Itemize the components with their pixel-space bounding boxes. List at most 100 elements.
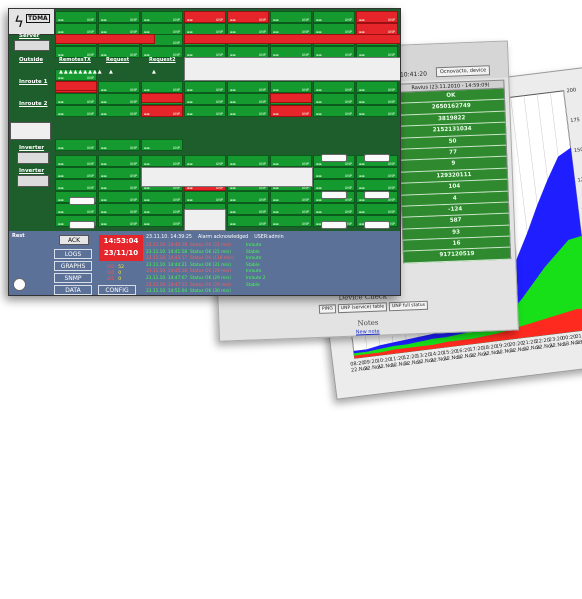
station-cell[interactable]: ▬▬ UNP <box>356 179 398 191</box>
unp-full-status-button[interactable]: UNP full status <box>388 300 429 312</box>
station-cell[interactable]: ▬▬ UNP <box>313 11 355 23</box>
logs-button[interactable]: LOGS <box>54 249 92 259</box>
request2-label[interactable]: Request2 <box>149 57 176 63</box>
station-cell[interactable]: ▬▬ UNP <box>313 167 355 179</box>
station-cell[interactable]: ▬▬ UNP <box>356 93 398 105</box>
signal-indicator[interactable] <box>321 221 347 229</box>
signal-indicator[interactable] <box>364 221 390 229</box>
unp-service-table-button[interactable]: UNP (service) table <box>337 302 388 314</box>
alarm-row[interactable]: 23.11.10. 14:40:18 Status OK (22 min) Inro… <box>146 243 265 250</box>
station-cell[interactable]: ▬▬ UNP <box>184 11 226 23</box>
station-cell[interactable]: ▬▬ UNP <box>141 203 183 215</box>
station-cell[interactable]: ▬▬ UNP <box>184 105 226 117</box>
station-cell[interactable]: ▬▬ UNP <box>55 11 97 23</box>
inverter-2-label[interactable]: Inverter <box>19 168 44 174</box>
station-cell[interactable]: ▬▬ UNP <box>227 105 269 117</box>
new-note-link[interactable]: New note <box>356 329 380 336</box>
inverter-1-label[interactable]: Inverter <box>19 145 44 151</box>
station-cell[interactable]: ▬▬ UNP <box>141 11 183 23</box>
alarm-bar[interactable] <box>55 81 97 91</box>
station-cell[interactable]: ▬▬ UNP <box>270 81 312 93</box>
alarm-row[interactable]: 23.11.10. 14:51:04 Status OK (30 min) <box>146 289 265 295</box>
station-cell[interactable]: ▬▬ UNP <box>55 155 97 167</box>
alarm-bar[interactable] <box>184 34 400 44</box>
station-cell[interactable]: ▬▬ UNP <box>227 155 269 167</box>
device-refresh-button[interactable]: Ocnovacto, device <box>435 65 491 78</box>
ping-button[interactable]: PING <box>318 304 337 314</box>
station-cell[interactable]: ▬▬ UNP <box>184 93 226 105</box>
station-cell[interactable]: ▬▬ UNP <box>55 179 97 191</box>
station-cell[interactable]: ▬▬ UNP <box>227 93 269 105</box>
station-cell[interactable]: ▬▬ UNP <box>356 81 398 93</box>
alarm-bar[interactable] <box>141 93 183 103</box>
station-cell[interactable]: ▬▬ UNP <box>55 167 97 179</box>
station-cell[interactable]: ▬▬ UNP <box>141 81 183 93</box>
signal-indicator[interactable] <box>69 221 95 229</box>
server-label[interactable]: Server <box>19 33 39 39</box>
alarm-bar[interactable] <box>55 34 155 44</box>
snmp-button[interactable]: SNMP <box>54 273 92 283</box>
request-label[interactable]: Request <box>106 57 129 63</box>
station-cell[interactable]: ▬▬ UNP <box>184 81 226 93</box>
signal-indicator[interactable] <box>321 154 347 162</box>
station-cell[interactable]: ▬▬ UNP <box>356 11 398 23</box>
signal-indicator[interactable] <box>364 154 390 162</box>
station-cell[interactable]: ▬▬ UNP <box>270 11 312 23</box>
station-cell[interactable]: ▬▬ UNP <box>98 139 140 151</box>
remotes-tx-label[interactable]: RemotesTX <box>59 57 91 63</box>
station-cell[interactable]: ▬▬ UNP <box>227 203 269 215</box>
station-cell[interactable]: ▬▬ UNP <box>313 203 355 215</box>
station-cell[interactable]: ▬▬ UNP <box>184 155 226 167</box>
outside-label[interactable]: Outside <box>19 57 43 63</box>
station-cell[interactable]: ▬▬ UNP <box>227 11 269 23</box>
config-button[interactable]: CONFIG <box>98 285 136 295</box>
station-cell[interactable]: ▬▬ UNP <box>141 191 183 203</box>
alarm-row[interactable]: 23.11.10. 14:43:17 Status OK (118 min) Inr… <box>146 256 265 263</box>
inroute-2-label[interactable]: Inroute 2 <box>19 101 47 107</box>
station-cell[interactable]: ▬▬ UNP <box>313 179 355 191</box>
signal-indicator[interactable] <box>321 191 347 199</box>
tdma-monitor-window[interactable]: ϟ TDMA ▬▬ UNP ▬▬ UNP ▬▬ UNP ▬▬ UNP ▬▬ UNP ▬▬ UNP ▬▬ U… <box>8 8 401 296</box>
station-cell[interactable]: ▬▬ UNP <box>356 203 398 215</box>
station-cell[interactable]: ▬▬ UNP <box>55 139 97 151</box>
alarm-row[interactable]: 23.11.10. 14:45:18 Status OK (29 min) Inro… <box>146 269 265 276</box>
alarm-bar[interactable] <box>270 93 312 103</box>
station-cell[interactable]: ▬▬ UNP <box>98 81 140 93</box>
ack-button[interactable]: ACK <box>59 235 89 245</box>
station-cell[interactable]: ▬▬ UNP <box>98 179 140 191</box>
data-button[interactable]: DATA <box>54 285 92 295</box>
station-cell[interactable]: ▬▬ UNP <box>141 215 183 227</box>
station-cell[interactable]: ▬▬ UNP <box>98 191 140 203</box>
station-cell[interactable]: ▬▬ UNP <box>141 155 183 167</box>
station-cell[interactable]: ▬▬ UNP <box>227 215 269 227</box>
station-cell[interactable]: ▬▬ UNP <box>98 203 140 215</box>
station-cell[interactable]: ▬▬ UNP <box>270 155 312 167</box>
station-cell[interactable]: ▬▬ UNP <box>98 11 140 23</box>
station-cell[interactable]: ▬▬ UNP <box>313 93 355 105</box>
station-cell[interactable]: ▬▬ UNP <box>356 167 398 179</box>
station-cell[interactable]: ▬▬ UNP <box>270 215 312 227</box>
station-cell[interactable]: ▬▬ UNP <box>98 105 140 117</box>
signal-indicator[interactable] <box>69 197 95 205</box>
station-cell[interactable]: ▬▬ UNP <box>141 139 183 151</box>
station-cell[interactable]: ▬▬ UNP <box>270 105 312 117</box>
station-cell[interactable]: ▬▬ UNP <box>313 105 355 117</box>
station-cell[interactable]: ▬▬ UNP <box>98 93 140 105</box>
station-cell[interactable]: ▬▬ UNP <box>98 155 140 167</box>
alarm-row[interactable]: 23.11.10. 14:47:07 Status OK (29 min) Inro… <box>146 276 265 283</box>
station-cell[interactable]: ▬▬ UNP <box>270 191 312 203</box>
station-cell[interactable]: ▬▬ UNP <box>55 93 97 105</box>
signal-indicator[interactable] <box>364 191 390 199</box>
station-cell[interactable]: ▬▬ UNP <box>184 191 226 203</box>
inroute-1-label[interactable]: Inroute 1 <box>19 79 47 85</box>
station-cell[interactable]: ▬▬ UNP <box>141 105 183 117</box>
station-cell[interactable]: ▬▬ UNP <box>270 203 312 215</box>
station-cell[interactable]: ▬▬ UNP <box>98 167 140 179</box>
station-cell[interactable]: ▬▬ UNP <box>227 191 269 203</box>
station-cell[interactable]: ▬▬ UNP <box>313 81 355 93</box>
station-cell[interactable]: ▬▬ UNP <box>356 105 398 117</box>
graphs-button[interactable]: GRAPHS <box>54 261 92 271</box>
station-cell[interactable]: ▬▬ UNP <box>227 81 269 93</box>
station-cell[interactable]: ▬▬ UNP <box>55 105 97 117</box>
station-cell[interactable]: ▬▬ UNP <box>98 215 140 227</box>
